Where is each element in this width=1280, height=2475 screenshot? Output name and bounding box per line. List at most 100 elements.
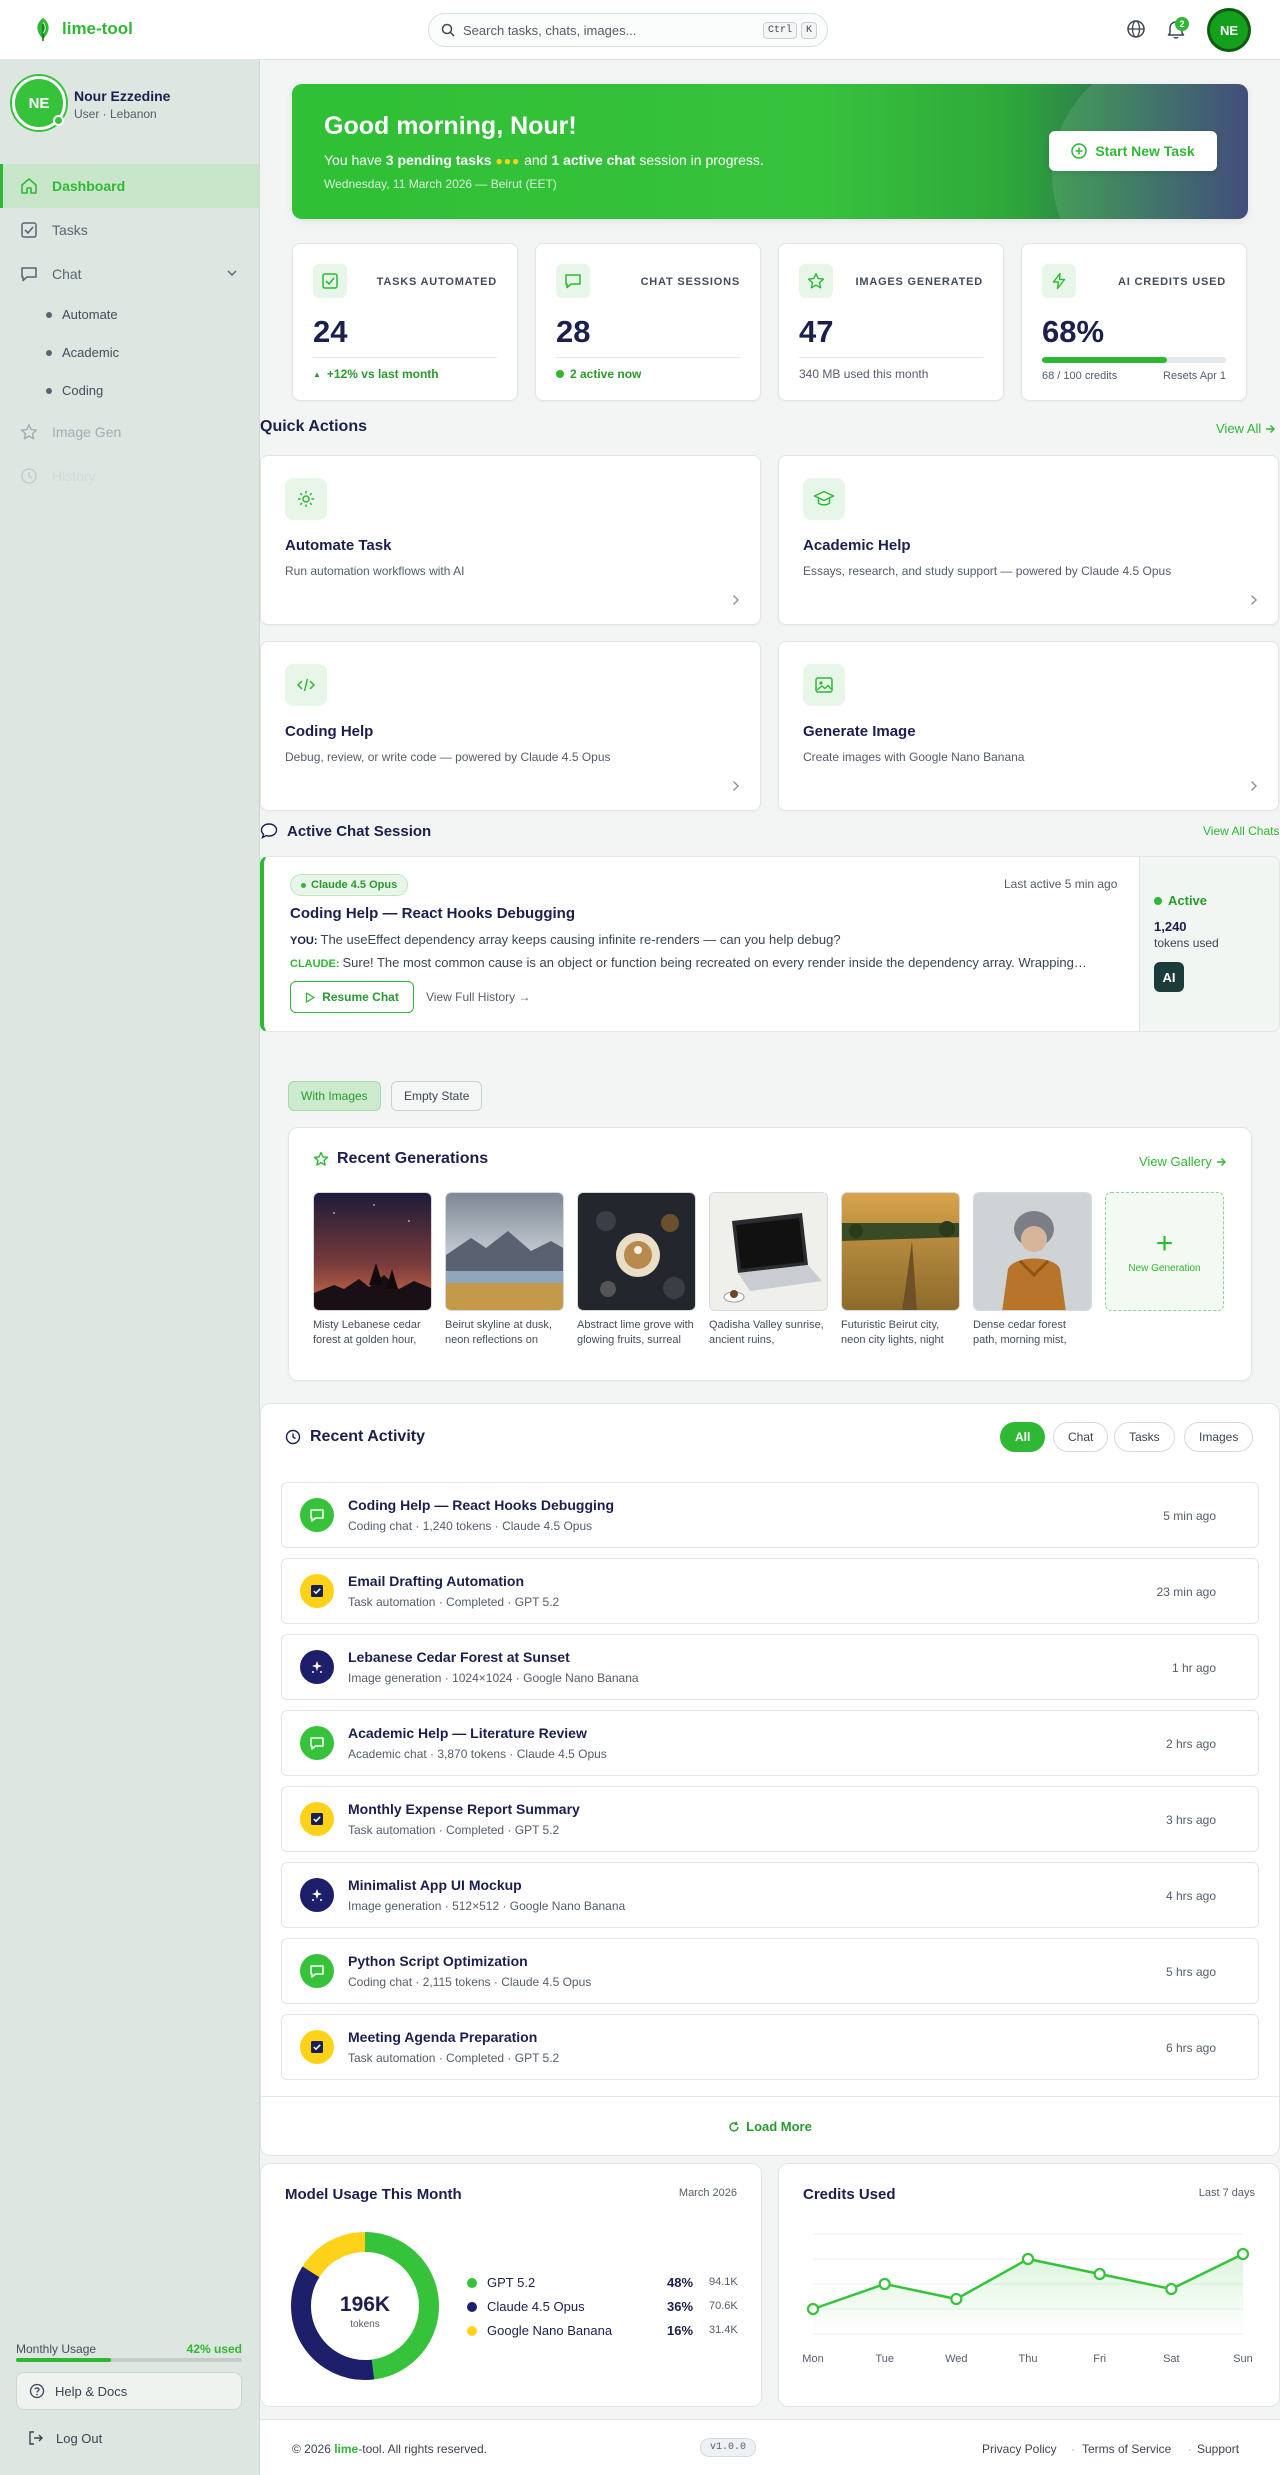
resume-chat-button[interactable]: Resume Chat: [290, 981, 414, 1013]
checkbox-icon: [300, 1802, 334, 1836]
quick-action-desc: Debug, review, or write code — powered b…: [285, 750, 611, 764]
quick-action-desc: Create images with Google Nano Banana: [803, 750, 1025, 764]
sidebar-item-history[interactable]: History: [0, 454, 259, 498]
data-point[interactable]: [1093, 2267, 1106, 2281]
stat-card-images[interactable]: IMAGES GENERATED 47 340 MB used this mon…: [778, 243, 1004, 401]
generation-thumbnail[interactable]: [313, 1192, 432, 1311]
pending-tasks-count: 3 pending tasks: [385, 152, 492, 168]
view-full-history-link[interactable]: View Full History →: [426, 990, 530, 1004]
stat-card-tasks[interactable]: TASKS AUTOMATED 24 ▲ +12% vs last month: [292, 243, 518, 401]
data-point[interactable]: [950, 2292, 963, 2306]
claude-message: Sure! The most common cause is an object…: [342, 955, 1091, 970]
new-generation-label: New Generation: [1128, 1263, 1201, 1274]
stat-active: 2 active now: [556, 367, 641, 381]
activity-row[interactable]: Academic Help — Literature Review Academi…: [281, 1710, 1259, 1776]
sidebar-item-chat[interactable]: Chat: [0, 252, 259, 296]
generation-thumbnail[interactable]: [709, 1192, 828, 1311]
data-point[interactable]: [1236, 2247, 1250, 2261]
quick-action-academic[interactable]: Academic Help Essays, research, and stud…: [778, 455, 1279, 625]
start-new-task-button[interactable]: Start New Task: [1049, 131, 1217, 171]
new-generation-button[interactable]: + New Generation: [1105, 1192, 1224, 1311]
filter-chat[interactable]: Chat: [1053, 1422, 1109, 1452]
sidebar-item-dashboard[interactable]: Dashboard: [0, 164, 259, 208]
data-point[interactable]: [806, 2302, 820, 2316]
activity-row[interactable]: Minimalist App UI Mockup Image generation…: [281, 1862, 1259, 1928]
data-point[interactable]: [1021, 2252, 1035, 2266]
stat-card-chats[interactable]: CHAT SESSIONS 28 2 active now: [535, 243, 761, 401]
activity-row[interactable]: Lebanese Cedar Forest at Sunset Image gen…: [281, 1634, 1259, 1700]
logout-label: Log Out: [56, 2430, 103, 2446]
chat-session-title: Active Chat Session: [287, 822, 432, 840]
generation-thumbnail[interactable]: [445, 1192, 564, 1311]
sidebar-item-label: Chat: [52, 266, 82, 282]
help-docs-button[interactable]: Help & Docs: [16, 2372, 242, 2410]
activity-time: 23 min ago: [1156, 1585, 1216, 1599]
globe-icon[interactable]: [1126, 19, 1146, 39]
brand[interactable]: lime-tool: [32, 16, 133, 42]
star-icon: [313, 1151, 329, 1167]
chevron-right-icon: [1250, 594, 1258, 606]
activity-time: 1 hr ago: [1171, 1661, 1216, 1675]
view-all-label: View All: [1216, 421, 1262, 436]
sidebar-subitem-academic[interactable]: Academic: [46, 345, 119, 360]
support-link[interactable]: Support: [1197, 2442, 1239, 2456]
tokens-used-label: tokens used: [1154, 936, 1219, 950]
model-name: Claude 4.5 Opus: [311, 879, 398, 891]
sidebar-subitem-coding[interactable]: Coding: [46, 383, 103, 398]
profile-card[interactable]: NE Nour Ezzedine User · Lebanon: [12, 76, 170, 130]
ai-badge: AI: [1154, 962, 1184, 992]
data-point[interactable]: [1165, 2282, 1178, 2296]
search-bar[interactable]: Ctrl K: [428, 13, 828, 47]
filter-all[interactable]: All: [1000, 1422, 1046, 1452]
privacy-policy-link[interactable]: Privacy Policy: [982, 2442, 1057, 2456]
data-point[interactable]: [878, 2277, 891, 2291]
quick-action-image[interactable]: Generate Image Create images with Google…: [778, 641, 1279, 811]
activity-row[interactable]: Coding Help — React Hooks Debugging Codin…: [281, 1482, 1259, 1548]
search-input[interactable]: [463, 22, 759, 38]
sidebar-subitem-automate[interactable]: Automate: [46, 307, 118, 322]
logout-button[interactable]: Log Out: [28, 2430, 102, 2446]
copyright: © 2026 lime-tool. All rights reserved.: [292, 2442, 487, 2456]
quick-action-automate[interactable]: Automate Task Run automation workflows w…: [260, 455, 761, 625]
activity-row[interactable]: Email Drafting Automation Task automation…: [281, 1558, 1259, 1624]
activity-row[interactable]: Meeting Agenda Preparation Task automatio…: [281, 2014, 1259, 2080]
divider: [313, 357, 497, 358]
filter-tasks[interactable]: Tasks: [1114, 1422, 1175, 1452]
sidebar-item-image-gen[interactable]: Image Gen: [0, 410, 259, 454]
stat-label: AI CREDITS USED: [1118, 276, 1226, 288]
laptop-image: [710, 1193, 827, 1310]
toggle-empty-state[interactable]: Empty State: [391, 1081, 483, 1111]
activity-row[interactable]: Python Script Optimization Coding chat · …: [281, 1938, 1259, 2004]
activity-meta: Academic chat · 3,870 tokens · Claude 4.…: [348, 1747, 607, 1761]
user-avatar[interactable]: NE: [1210, 11, 1248, 49]
generation-thumbnail[interactable]: [577, 1192, 696, 1311]
stat-card-credits[interactable]: AI CREDITS USED 68% 68 / 100 credits Res…: [1021, 243, 1247, 401]
shortcut-ctrl-key: Ctrl: [762, 21, 797, 39]
terms-link[interactable]: Terms of Service: [1082, 2442, 1171, 2456]
status-dot: [1154, 896, 1162, 905]
activity-meta: Coding chat · 2,115 tokens · Claude 4.5 …: [348, 1975, 592, 1989]
chat-icon: [300, 1498, 334, 1532]
sidebar-item-label: Tasks: [52, 222, 88, 238]
activity-title: Meeting Agenda Preparation: [348, 2029, 538, 2045]
load-more-button[interactable]: Load More: [261, 2119, 1279, 2134]
start-new-task-label: Start New Task: [1095, 143, 1195, 159]
active-chat-card[interactable]: Claude 4.5 Opus Last active 5 min ago Co…: [260, 856, 1280, 1032]
view-gallery-link[interactable]: View Gallery: [1139, 1154, 1226, 1169]
current-date: Wednesday, 11 March 2026 — Beirut (EET): [324, 177, 557, 191]
chevron-right-icon: [732, 594, 740, 606]
activity-time: 5 min ago: [1163, 1509, 1216, 1523]
toggle-with-images[interactable]: With Images: [288, 1081, 381, 1111]
view-all-chats-link[interactable]: View All Chats: [1203, 824, 1279, 838]
active-dot: [556, 370, 564, 378]
activity-row[interactable]: Monthly Expense Report Summary Task autom…: [281, 1786, 1259, 1852]
pending-dots: ●●●: [495, 154, 521, 168]
quick-action-coding[interactable]: Coding Help Debug, review, or write code…: [260, 641, 761, 811]
generation-thumbnail[interactable]: [841, 1192, 960, 1311]
stat-label: IMAGES GENERATED: [855, 276, 983, 288]
monthly-usage-fill: [16, 2358, 111, 2362]
quick-actions-view-all[interactable]: View All: [1216, 421, 1276, 436]
sidebar-item-tasks[interactable]: Tasks: [0, 208, 259, 252]
generation-thumbnail[interactable]: [973, 1192, 1092, 1311]
filter-images[interactable]: Images: [1184, 1422, 1254, 1452]
